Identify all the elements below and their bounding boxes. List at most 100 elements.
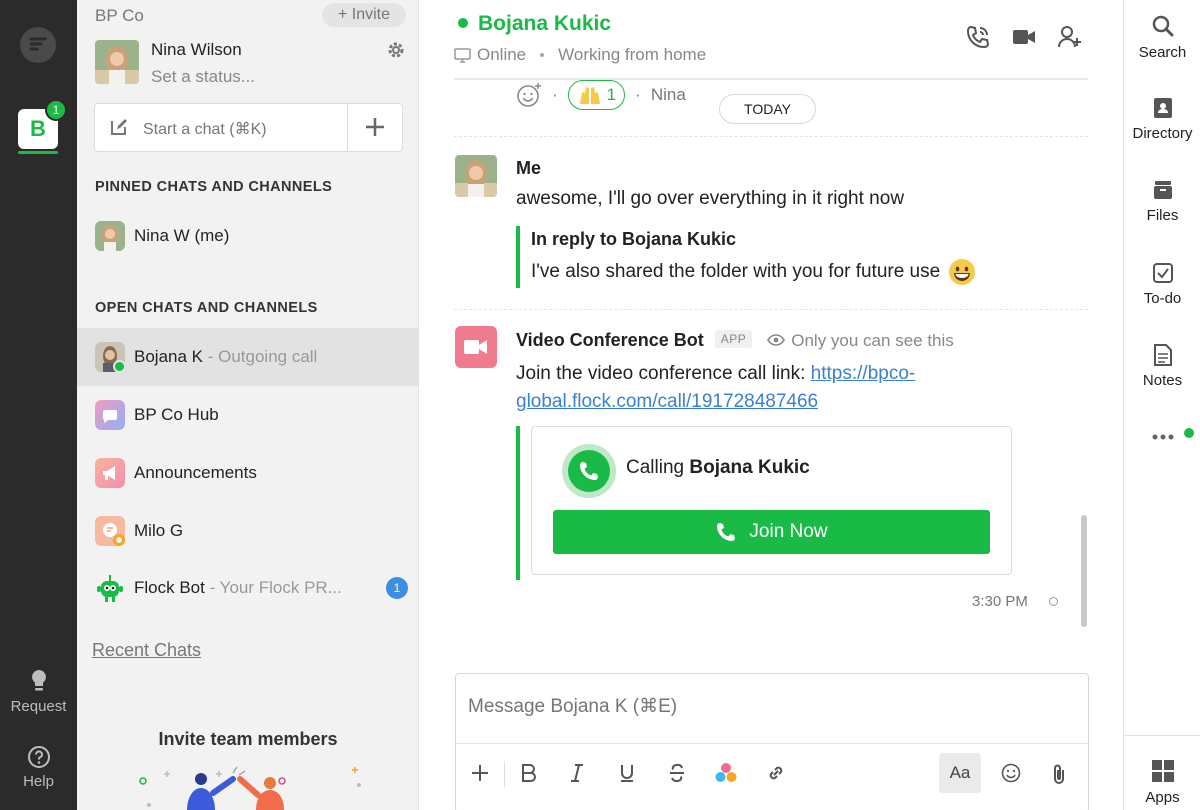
flock-logo-icon[interactable] bbox=[20, 27, 56, 63]
todo-checkbox-icon bbox=[1152, 263, 1173, 283]
conversation-pane: Bojana Kukic Online Working from home · … bbox=[420, 0, 1123, 810]
workspace-rail: B 1 Request Help bbox=[0, 0, 77, 810]
message-composer: Aa bbox=[455, 673, 1089, 810]
more-dots-icon bbox=[1152, 434, 1173, 440]
reaction-separator: · bbox=[552, 85, 558, 104]
invite-illustration-icon bbox=[139, 766, 361, 810]
status-separator bbox=[540, 53, 545, 57]
chat-name: BP Co Hub bbox=[134, 405, 219, 424]
visibility-note: Only you can see this bbox=[767, 331, 954, 350]
reaction-row: · 1 · Nina bbox=[516, 80, 686, 110]
conference-link-continued[interactable]: global.flock.com/call/191728487466 bbox=[516, 391, 818, 412]
italic-icon[interactable] bbox=[568, 763, 586, 783]
chat-name: Nina W (me) bbox=[134, 226, 230, 245]
scrollbar[interactable] bbox=[1081, 515, 1087, 627]
todo-tool[interactable]: To-do bbox=[1124, 262, 1200, 307]
add-reaction-icon[interactable] bbox=[516, 82, 542, 108]
join-now-button[interactable]: Join Now bbox=[553, 510, 990, 554]
status-text: Working from home bbox=[558, 45, 707, 64]
reaction-separator: · bbox=[635, 85, 641, 104]
bold-icon[interactable] bbox=[520, 763, 538, 783]
chat-row-milo[interactable]: Milo G bbox=[77, 502, 418, 560]
eye-icon bbox=[767, 334, 786, 346]
notes-icon bbox=[1153, 344, 1172, 366]
plus-icon[interactable] bbox=[470, 763, 490, 783]
date-divider-pill: TODAY bbox=[719, 94, 816, 124]
pinned-section-title: PINNED CHATS AND CHANNELS bbox=[95, 179, 333, 195]
strikethrough-icon[interactable] bbox=[668, 763, 686, 783]
chat-row-flock-bot[interactable]: Flock Bot - Your Flock PR... 1 bbox=[77, 559, 418, 617]
chat-name: Milo G bbox=[134, 521, 184, 540]
conference-link[interactable]: https://bpco- bbox=[811, 363, 916, 384]
rail-divider bbox=[1124, 735, 1200, 736]
chat-row-nina-me[interactable]: Nina W (me) bbox=[77, 207, 418, 265]
lightbulb-icon bbox=[31, 670, 46, 691]
away-status-dot bbox=[113, 534, 125, 546]
attachment-icon[interactable] bbox=[1048, 763, 1070, 785]
start-chat-box: Start a chat (⌘K) bbox=[94, 103, 403, 152]
help-button[interactable]: Help bbox=[0, 745, 77, 790]
video-call-icon[interactable] bbox=[1011, 24, 1037, 50]
set-status-link[interactable]: Set a status... bbox=[151, 67, 255, 87]
chat-bubble-icon bbox=[95, 400, 125, 430]
user-avatar[interactable] bbox=[95, 40, 139, 84]
video-camera-icon bbox=[464, 340, 487, 354]
gear-icon[interactable] bbox=[387, 41, 405, 64]
message-divider bbox=[454, 309, 1088, 310]
formatting-toggle-button[interactable]: Aa bbox=[939, 753, 981, 793]
reaction-pill[interactable]: 1 bbox=[567, 80, 626, 110]
new-apps-indicator bbox=[1184, 428, 1194, 438]
tools-rail: Search Directory Files To-do Notes Apps bbox=[1123, 0, 1200, 810]
chat-sidebar: BP Co + Invite Nina Wilson Set a status.… bbox=[77, 0, 419, 810]
apps-tool[interactable]: Apps bbox=[1124, 759, 1200, 806]
directory-icon bbox=[1153, 98, 1172, 118]
request-button[interactable]: Request bbox=[0, 668, 77, 715]
start-chat-divider bbox=[347, 104, 348, 151]
add-person-icon[interactable] bbox=[1057, 24, 1083, 50]
chat-name: Announcements bbox=[134, 463, 257, 482]
avatar[interactable] bbox=[455, 155, 497, 197]
read-receipt-icon bbox=[1049, 597, 1058, 606]
message-author: Me bbox=[516, 158, 542, 178]
message-text: Join the video conference call link: htt… bbox=[516, 363, 916, 412]
new-channel-plus-icon[interactable] bbox=[363, 115, 387, 139]
video-bot-avatar[interactable] bbox=[455, 326, 497, 368]
chat-name: Bojana K - Outgoing call bbox=[134, 347, 318, 366]
toolbar-divider bbox=[504, 761, 505, 787]
message-text: awesome, I'll go over everything in it r… bbox=[516, 188, 905, 209]
composer-toolbar: Aa bbox=[456, 743, 1088, 803]
start-chat-button[interactable]: Start a chat (⌘K) bbox=[143, 119, 267, 139]
underline-icon[interactable] bbox=[618, 763, 636, 783]
chat-row-announcements[interactable]: Announcements bbox=[77, 444, 418, 502]
search-icon bbox=[1152, 15, 1173, 37]
reply-text: I've also shared the folder with you for… bbox=[531, 258, 976, 286]
unread-count-badge: 1 bbox=[386, 577, 408, 599]
notes-tool[interactable]: Notes bbox=[1124, 344, 1200, 389]
search-tool[interactable]: Search bbox=[1124, 14, 1200, 61]
chat-row-bojana[interactable]: Bojana K - Outgoing call bbox=[77, 328, 418, 386]
message-author: Video Conference Bot APP Only you can se… bbox=[516, 330, 954, 350]
files-tool[interactable]: Files bbox=[1124, 179, 1200, 224]
contact-name[interactable]: Bojana Kukic bbox=[478, 12, 611, 36]
phone-icon bbox=[580, 462, 598, 480]
message-divider bbox=[454, 136, 1088, 137]
directory-tool[interactable]: Directory bbox=[1124, 97, 1200, 142]
avatar bbox=[95, 221, 125, 251]
emoji-icon[interactable] bbox=[1001, 763, 1021, 783]
calling-indicator bbox=[562, 444, 616, 498]
reply-quote-bar bbox=[516, 226, 520, 288]
recent-chats-link[interactable]: Recent Chats bbox=[92, 640, 201, 661]
color-palette-icon[interactable] bbox=[714, 761, 738, 785]
message-input[interactable] bbox=[468, 696, 1068, 718]
invite-button[interactable]: + Invite bbox=[322, 3, 406, 27]
desktop-icon bbox=[454, 47, 471, 63]
app-tag: APP bbox=[714, 330, 753, 348]
call-card-bar bbox=[516, 426, 520, 580]
active-team-indicator bbox=[18, 151, 58, 154]
link-icon[interactable] bbox=[766, 763, 786, 783]
chat-row-bp-co-hub[interactable]: BP Co Hub bbox=[77, 386, 418, 444]
user-name: Nina Wilson bbox=[151, 40, 242, 59]
presence-text: Online bbox=[477, 45, 527, 64]
phone-call-icon[interactable] bbox=[965, 24, 991, 50]
phone-icon bbox=[717, 523, 736, 541]
